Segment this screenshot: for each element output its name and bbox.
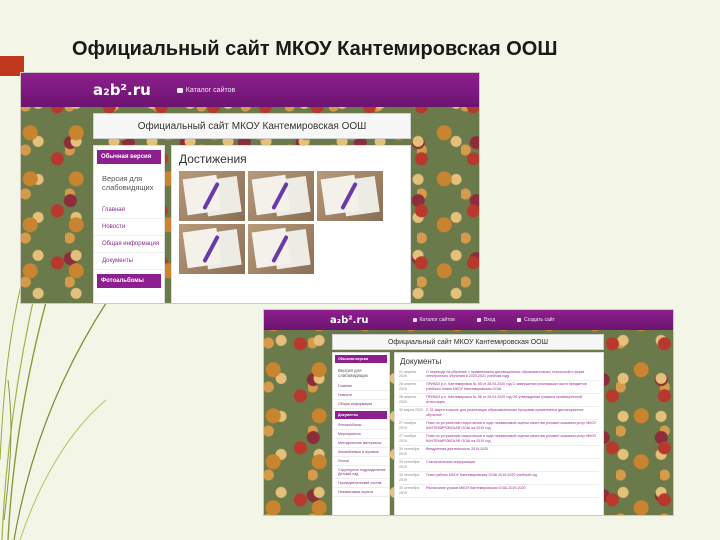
sidebar-item-general-info[interactable]: Общая информация: [333, 400, 389, 409]
document-date: 28 апреля 2020: [399, 382, 416, 391]
document-link[interactable]: Расписание уроков МКОУ Кантемировская ОО…: [426, 486, 526, 495]
sidebar-item-photo-albums[interactable]: Фотоальбомы: [97, 274, 161, 288]
sidebar-item-news[interactable]: Новости: [333, 391, 389, 400]
list-item: 30 марта 2020 С 31 марта в школе для реал…: [399, 407, 599, 420]
login-icon: [476, 318, 481, 322]
sidebar-item-news[interactable]: Новости: [94, 219, 164, 236]
document-date: 30 сентября 2019: [399, 460, 420, 469]
site-topbar: a₂b².ru Каталог сайтов: [21, 73, 479, 107]
content-panel: Достижения: [171, 145, 411, 303]
document-list: 01 апреля 2020 О переходе на обучение с п…: [395, 368, 603, 498]
sidebar-item-documents[interactable]: Документы: [94, 253, 164, 270]
content-panel: Документы 01 апреля 2020 О переходе на об…: [394, 352, 604, 515]
site-logo[interactable]: a₂b².ru: [93, 81, 151, 99]
document-link[interactable]: ПРИКАЗ р.п. Кантемировка № 55 от 28.04.2…: [426, 382, 599, 391]
photo-thumbnail[interactable]: [248, 224, 314, 274]
list-item: 30 сентября 2019 Расписание уроков МКОУ К…: [399, 485, 599, 498]
document-link[interactable]: План по устранению недостатков в ходе не…: [426, 421, 599, 430]
document-link[interactable]: План работы МКОУ Кантемировская ООШ 2019…: [426, 473, 537, 482]
photo-gallery: [172, 171, 410, 274]
slide-title: Официальный сайт МКОУ Кантемировская ООШ: [72, 38, 558, 60]
document-date: 27 ноября 2019: [399, 434, 416, 443]
document-date: 30 сентября 2019: [399, 486, 420, 495]
sidebar-item-home[interactable]: Главная: [333, 382, 389, 391]
document-link[interactable]: Внедренная деятельность 2019-2020: [426, 447, 488, 456]
document-date: 30 сентября 2019: [399, 473, 420, 482]
site-screenshot-documents: a₂b².ru Каталог сайтов Вход Создать сайт…: [263, 309, 674, 516]
catalog-link[interactable]: Каталог сайтов: [176, 87, 235, 94]
plus-icon: [517, 318, 522, 322]
document-link[interactable]: С 31 марта в школе для реализации образо…: [426, 408, 599, 417]
site-topbar: a₂b².ru Каталог сайтов Вход Создать сайт: [264, 310, 673, 330]
list-item: 27 ноября 2019 План по устранению недоста…: [399, 433, 599, 446]
sidebar-item-propaedeutic[interactable]: Пропедевтический состав: [333, 479, 389, 488]
photo-thumbnail[interactable]: [317, 171, 383, 221]
site-sidebar: Обычная версия Версия для слабовидящих Г…: [332, 352, 390, 515]
document-date: 30 марта 2020: [399, 408, 423, 413]
catalog-link[interactable]: Каталог сайтов: [412, 317, 455, 323]
photo-thumbnail[interactable]: [179, 171, 245, 221]
sidebar-item-methodical[interactable]: Методические материалы: [333, 439, 389, 448]
accessible-version-link[interactable]: Версия для слабовидящих: [333, 365, 389, 382]
create-site-link[interactable]: Создать сайт: [517, 317, 555, 323]
photo-thumbnail[interactable]: [179, 224, 245, 274]
list-item: 28 апреля 2020 ПРИКАЗ р.п. Кантемировка №…: [399, 394, 599, 407]
sidebar-item-general-info[interactable]: Общая информация: [94, 236, 164, 253]
document-date: 28 апреля 2020: [399, 395, 416, 404]
sidebar-item-documents[interactable]: Документы: [335, 411, 387, 419]
normal-version-link[interactable]: Обычная версия: [335, 355, 387, 363]
grid-icon: [412, 318, 417, 322]
document-date: 30 сентября 2019: [399, 447, 420, 456]
document-link[interactable]: ПРИКАЗ р.п. Кантемировка № 56 от 28.04.2…: [426, 395, 599, 404]
site-screenshot-achievements: a₂b².ru Каталог сайтов Официальный сайт …: [20, 72, 480, 304]
document-link[interactable]: О переходе на обучение с применением дис…: [426, 370, 599, 379]
sidebar-item-photo-albums[interactable]: Фотоальбомы: [333, 421, 389, 430]
page-title: Достижения: [179, 152, 247, 166]
photo-thumbnail[interactable]: [248, 171, 314, 221]
sidebar-item-kindergarten[interactable]: Структурное подразделение Детский сад: [333, 466, 389, 479]
sidebar-item-ensembles[interactable]: Ансамблевые и игровые: [333, 448, 389, 457]
site-header-title: Официальный сайт МКОУ Кантемировская ООШ: [93, 113, 411, 139]
site-header-title: Официальный сайт МКОУ Кантемировская ООШ: [332, 334, 604, 350]
list-item: 30 сентября 2019 План работы МКОУ Кантеми…: [399, 472, 599, 485]
sidebar-item-independent-assessment[interactable]: Независимая оценка: [333, 488, 389, 497]
list-item: 28 апреля 2020 ПРИКАЗ р.п. Кантемировка №…: [399, 381, 599, 394]
page-title: Документы: [400, 357, 442, 366]
document-date: 01 апреля 2020: [399, 369, 416, 378]
login-link[interactable]: Вход: [476, 317, 495, 323]
normal-version-link[interactable]: Обычная версия: [97, 150, 161, 164]
accessible-version-link[interactable]: Версия для слабовидящих: [94, 168, 164, 202]
list-item: 01 апреля 2020 О переходе на обучение с п…: [399, 368, 599, 381]
site-logo[interactable]: a₂b².ru: [330, 315, 369, 326]
document-link[interactable]: План по устранению недостатков в ходе не…: [426, 434, 599, 443]
site-sidebar: Обычная версия Версия для слабовидящих Г…: [93, 145, 165, 303]
document-date: 27 ноября 2019: [399, 421, 416, 430]
list-item: 27 ноября 2019 План по устранению недоста…: [399, 420, 599, 433]
sidebar-item-corner[interactable]: Уголок: [333, 457, 389, 466]
sidebar-item-events[interactable]: Мероприятия: [333, 430, 389, 439]
document-link[interactable]: Статистическая информация: [426, 460, 475, 469]
list-item: 30 сентября 2019 Внедренная деятельность …: [399, 446, 599, 459]
list-item: 30 сентября 2019 Статистическая информаци…: [399, 459, 599, 472]
sidebar-item-home[interactable]: Главная: [94, 202, 164, 219]
grid-icon: [176, 87, 183, 93]
